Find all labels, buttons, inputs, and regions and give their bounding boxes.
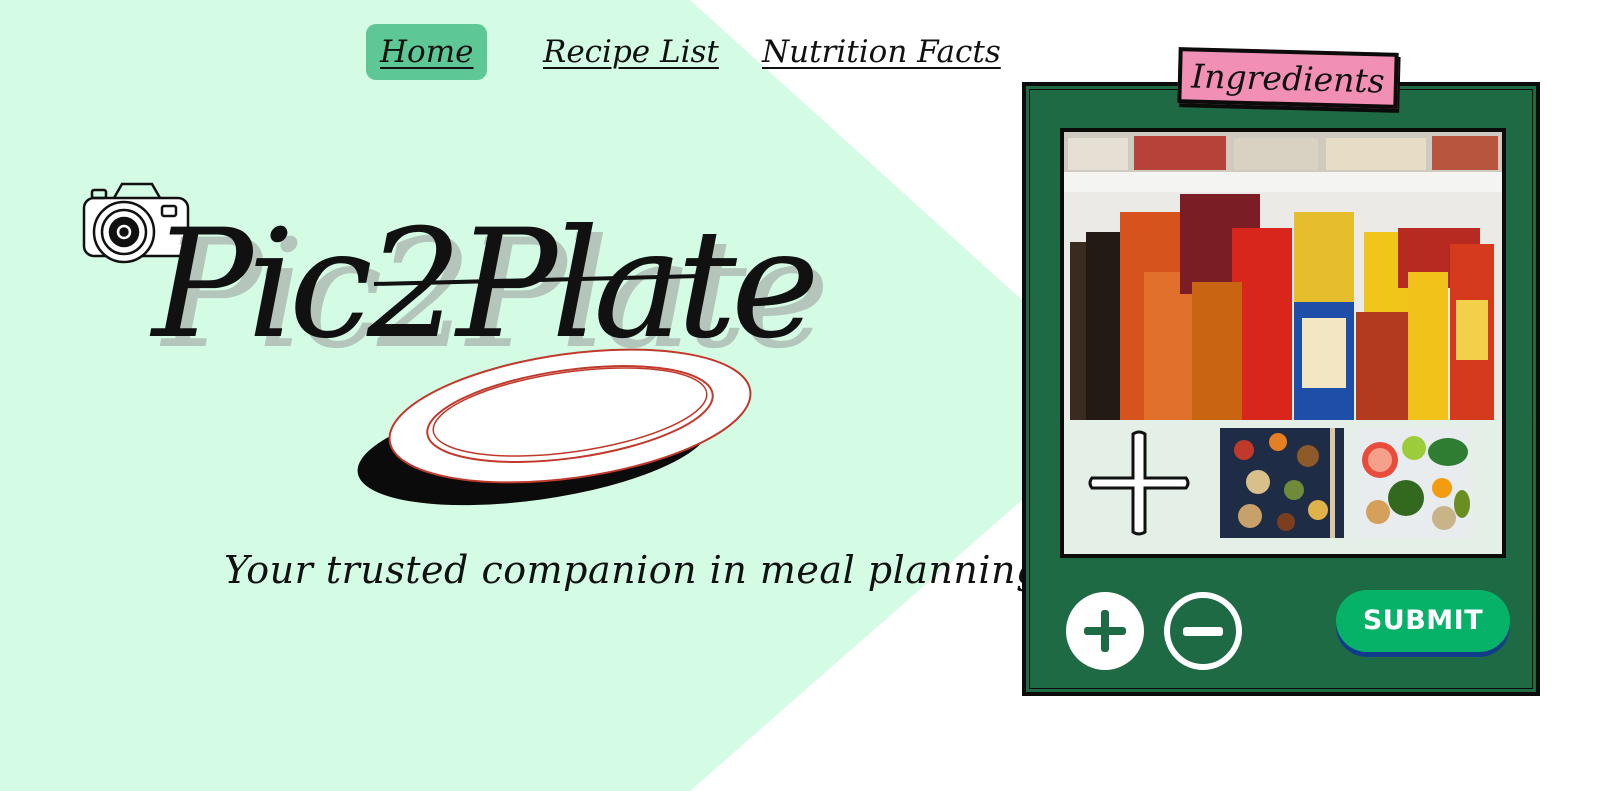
vegetables-fruits-photo [1358,428,1470,538]
tagline: Your trusted companion in meal planning [224,548,1041,592]
submit-button[interactable]: SUBMIT [1336,590,1510,652]
minus-icon [1183,627,1223,636]
top-navigation: Home Recipe List Nutrition Facts [0,20,1001,84]
pantry-image [1060,128,1506,424]
pantry-shelf-photo [1064,132,1502,420]
add-image-icon [1088,430,1190,536]
add-image-tile[interactable] [1086,428,1192,538]
add-ingredient-button[interactable] [1066,592,1144,670]
plus-icon [1084,610,1126,652]
brand-logo: Pic2Plate Pic2Plate [70,170,830,530]
remove-ingredient-button[interactable] [1164,592,1242,670]
ingredients-title-tab: Ingredients [1177,47,1399,109]
spices-thumbnail[interactable] [1220,428,1344,538]
nav-nutrition-facts-link[interactable]: Nutrition Facts [762,24,1001,80]
ingredient-thumbnail-strip [1060,420,1506,558]
logo-underline-stroke [373,274,701,286]
nav-recipe-list-link[interactable]: Recipe List [543,24,719,80]
vegetables-thumbnail[interactable] [1358,428,1470,538]
spices-nuts-photo [1220,428,1344,538]
nav-home-link[interactable]: Home [366,24,488,80]
